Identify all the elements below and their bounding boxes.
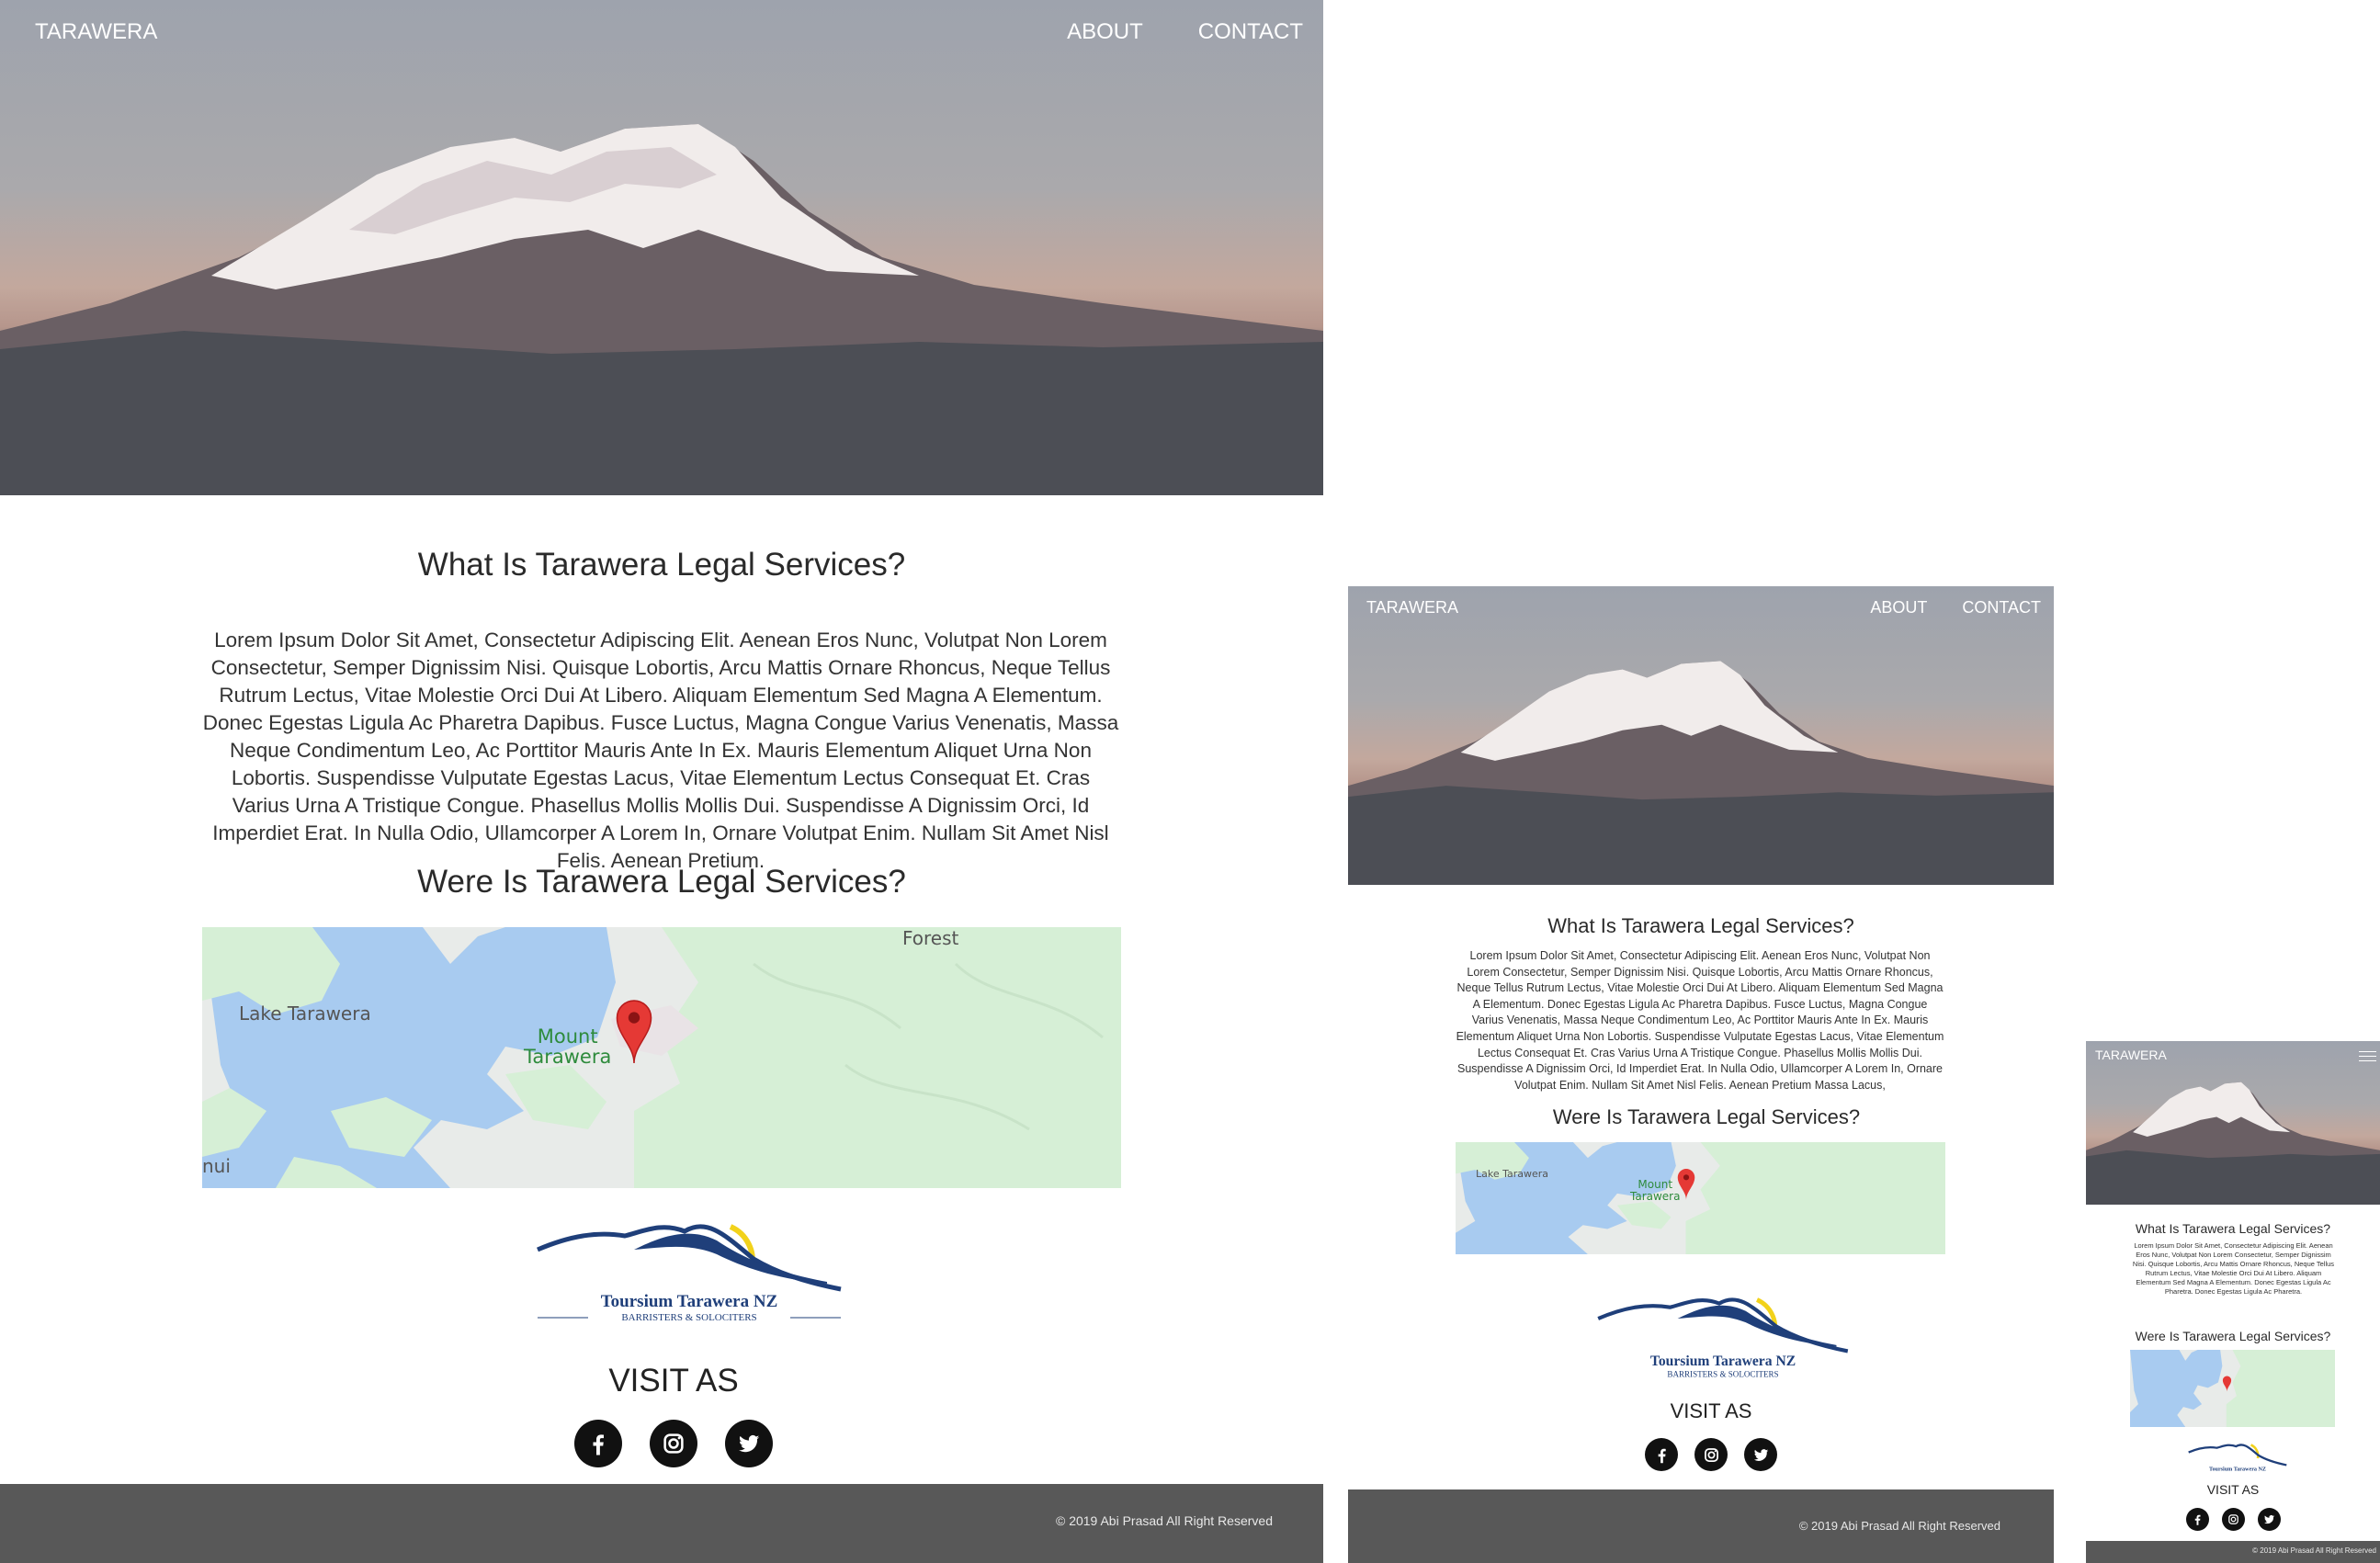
map-label-edge: nui [202, 1155, 231, 1177]
map-label-forest: Forest [902, 927, 959, 949]
location-map[interactable] [2130, 1350, 2335, 1427]
social-icons [1348, 1438, 2054, 1471]
section-what-text: Lorem Ipsum Dolor Sit Amet, Consectetur … [202, 629, 1119, 872]
logo-title: Toursium Tarawera NZ [601, 1292, 778, 1311]
instagram-icon[interactable] [650, 1420, 697, 1467]
map-pin-icon[interactable] [612, 999, 656, 1065]
footer-copyright: © 2019 Abi Prasad All Right Reserved [1055, 1513, 1273, 1528]
facebook-icon[interactable] [2185, 1508, 2209, 1531]
location-map[interactable]: Lake Tarawera Mount Tarawera [1456, 1142, 1945, 1254]
section-where-title: Were Is Tarawera Legal Services? [2135, 1329, 2331, 1343]
mountain-image [1348, 661, 2054, 885]
map-terrain [1456, 1142, 1945, 1254]
company-logo: Toursium Tarawera NZ [2188, 1444, 2287, 1473]
hero-banner: TARAWERA ABOUT CONTACT [1348, 586, 2054, 885]
map-terrain [202, 927, 1121, 1188]
section-what-title: What Is Tarawera Legal Services? [2135, 1221, 2331, 1236]
navbar: TARAWERA [2086, 1041, 2380, 1069]
logo-title: Toursium Tarawera NZ [2209, 1467, 2266, 1473]
nav-contact-link[interactable]: CONTACT [1198, 19, 1303, 45]
footer-copyright: © 2019 Abi Prasad All Right Reserved [2252, 1546, 2376, 1555]
company-logo: Toursium Tarawera NZ BARRISTERS & SOLOCI… [537, 1224, 842, 1323]
navbar: TARAWERA ABOUT CONTACT [0, 0, 1323, 64]
social-icons [2086, 1508, 2380, 1531]
location-map[interactable]: Lake Tarawera Forest nui Mount Tarawera [202, 927, 1121, 1188]
map-label-mount: Mount Tarawera [524, 1025, 612, 1069]
footer-copyright: © 2019 Abi Prasad All Right Reserved [1798, 1519, 2000, 1533]
map-terrain [2130, 1350, 2335, 1427]
nav-links: ABOUT CONTACT [1067, 19, 1303, 45]
facebook-icon[interactable] [1645, 1438, 1678, 1471]
visit-heading: VISIT AS [1670, 1399, 1752, 1422]
navbar: TARAWERA ABOUT CONTACT [1348, 586, 2054, 629]
company-logo: Toursium Tarawera NZ BARRISTERS & SOLOCI… [1597, 1297, 1849, 1378]
nav-about-link[interactable]: ABOUT [1067, 19, 1143, 45]
section-what-text: Lorem Ipsum Dolor Sit Amet, Consectetur … [2132, 1241, 2335, 1296]
hero-banner: TARAWERA ABOUT CONTACT [0, 0, 1323, 495]
section-where-title: Were Is Tarawera Legal Services? [417, 864, 906, 900]
logo-subtitle: BARRISTERS & SOLOCITERS [621, 1312, 756, 1323]
logo-title: Toursium Tarawera NZ [1650, 1353, 1796, 1369]
section-what-title: What Is Tarawera Legal Services? [417, 547, 906, 583]
twitter-icon[interactable] [1744, 1438, 1777, 1471]
footer: © 2019 Abi Prasad All Right Reserved [0, 1484, 1323, 1563]
section-what-title: What Is Tarawera Legal Services? [1547, 914, 1854, 937]
nav-contact-link[interactable]: CONTACT [1962, 598, 2041, 617]
instagram-icon[interactable] [2221, 1508, 2245, 1531]
footer: © 2019 Abi Prasad All Right Reserved [2086, 1541, 2380, 1563]
footer: © 2019 Abi Prasad All Right Reserved [1348, 1489, 2054, 1563]
brand-logo-text[interactable]: TARAWERA [1366, 598, 1458, 617]
nav-about-link[interactable]: ABOUT [1870, 598, 1927, 617]
map-label-mount: Mount Tarawera [1630, 1178, 1681, 1203]
nav-links: ABOUT CONTACT [1870, 598, 2041, 617]
hero-banner: TARAWERA [2086, 1041, 2380, 1205]
map-label-lake: Lake Tarawera [239, 1002, 371, 1025]
brand-logo-text[interactable]: TARAWERA [35, 19, 157, 45]
desktop-view: TARAWERA ABOUT CONTACT What Is Tarawera … [0, 0, 1323, 1563]
visit-heading: VISIT AS [608, 1363, 739, 1399]
twitter-icon[interactable] [2257, 1508, 2281, 1531]
map-pin-icon[interactable] [2222, 1376, 2232, 1392]
brand-logo-text[interactable]: TARAWERA [2095, 1048, 2167, 1062]
map-label-lake: Lake Tarawera [1476, 1168, 1549, 1180]
logo-subtitle: BARRISTERS & SOLOCITERS [1667, 1369, 1778, 1378]
tablet-view: TARAWERA ABOUT CONTACT What Is Tarawera … [1348, 586, 2054, 1563]
twitter-icon[interactable] [725, 1420, 773, 1467]
instagram-icon[interactable] [1694, 1438, 1728, 1471]
section-what-text: Lorem Ipsum Dolor Sit Amet, Consectetur … [1456, 949, 1944, 1092]
visit-heading: VISIT AS [2206, 1482, 2260, 1497]
map-pin-icon[interactable] [1676, 1168, 1696, 1201]
social-icons [0, 1420, 1323, 1467]
section-where-title: Were Is Tarawera Legal Services? [1552, 1105, 1861, 1128]
facebook-icon[interactable] [574, 1420, 622, 1467]
mobile-view: TARAWERA What Is Tarawera Legal Services… [2086, 1041, 2380, 1563]
mountain-image [0, 124, 1323, 495]
